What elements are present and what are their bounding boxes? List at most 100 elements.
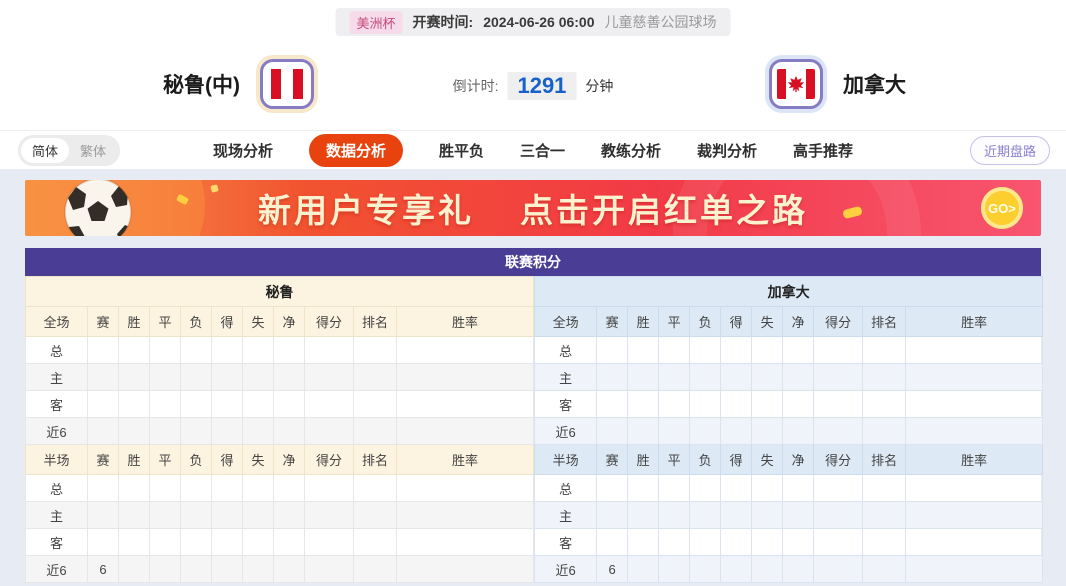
table-cell (814, 418, 863, 445)
lang-traditional-option[interactable]: 繁体 (69, 138, 117, 163)
table-cell: 平 (150, 445, 181, 475)
table-cell: 净 (274, 307, 305, 337)
table-cell (212, 502, 243, 529)
home-team-name: 秘鲁(中) (163, 69, 240, 99)
table-cell (906, 364, 1043, 391)
table-cell (597, 502, 628, 529)
stats-row: 客 (535, 391, 1043, 418)
table-cell (814, 391, 863, 418)
table-cell (119, 337, 150, 364)
table-cell (212, 364, 243, 391)
table-cell (354, 418, 397, 445)
table-cell (628, 337, 659, 364)
table-cell (354, 502, 397, 529)
table-cell: 主 (535, 502, 597, 529)
table-cell: 秘鲁 (26, 277, 534, 307)
tab-data-analysis[interactable]: 数据分析 (309, 134, 403, 167)
table-cell: 失 (243, 445, 274, 475)
table-cell (752, 475, 783, 502)
table-cell: 胜率 (397, 307, 534, 337)
table-cell (274, 529, 305, 556)
table-cell (721, 364, 752, 391)
table-cell (690, 502, 721, 529)
table-cell: 客 (26, 529, 88, 556)
tab-win-draw-loss[interactable]: 胜平负 (439, 140, 484, 161)
table-cell (150, 529, 181, 556)
table-cell: 总 (535, 337, 597, 364)
go-button[interactable]: GO> (981, 187, 1023, 229)
table-cell (397, 556, 534, 583)
table-cell (863, 502, 906, 529)
table-cell (274, 364, 305, 391)
table-cell (783, 556, 814, 583)
table-cell (783, 418, 814, 445)
table-cell (628, 418, 659, 445)
table-cell (783, 337, 814, 364)
tab-live-analysis[interactable]: 现场分析 (213, 140, 273, 161)
team-header-row: 秘鲁 (26, 277, 534, 307)
table-cell: 净 (274, 445, 305, 475)
table-cell: 负 (181, 307, 212, 337)
table-cell (274, 418, 305, 445)
tab-three-in-one[interactable]: 三合一 (520, 140, 565, 161)
stats-row: 主 (535, 502, 1043, 529)
table-cell (783, 364, 814, 391)
table-cell (906, 337, 1043, 364)
table-cell: 近6 (26, 556, 88, 583)
table-cell (659, 529, 690, 556)
table-cell (88, 502, 119, 529)
stats-row: 总 (26, 475, 534, 502)
analysis-nav: 简体 繁体 现场分析 数据分析 胜平负 三合一 教练分析 裁判分析 高手推荐 近… (0, 130, 1066, 170)
table-cell: 得 (212, 307, 243, 337)
table-cell (397, 364, 534, 391)
table-cell (305, 529, 354, 556)
table-cell (212, 556, 243, 583)
table-cell (659, 418, 690, 445)
table-cell (690, 556, 721, 583)
table-cell (212, 475, 243, 502)
table-cell (181, 502, 212, 529)
table-cell (721, 418, 752, 445)
table-cell (906, 529, 1043, 556)
table-cell (150, 391, 181, 418)
league-badge: 美洲杯 (350, 11, 403, 34)
table-cell (783, 502, 814, 529)
team-header-row: 加拿大 (535, 277, 1043, 307)
table-cell (119, 502, 150, 529)
column-header-row: 全场赛胜平负得失净得分排名胜率 (535, 307, 1043, 337)
table-cell (212, 418, 243, 445)
table-cell (119, 364, 150, 391)
table-cell: 负 (181, 445, 212, 475)
tab-coach-analysis[interactable]: 教练分析 (601, 140, 661, 161)
recent-trends-button[interactable]: 近期盘路 (970, 136, 1050, 165)
table-cell (354, 391, 397, 418)
stats-row: 近66 (26, 556, 534, 583)
table-cell (243, 529, 274, 556)
table-cell: 排名 (354, 445, 397, 475)
tab-expert-picks[interactable]: 高手推荐 (793, 140, 853, 161)
table-cell (628, 391, 659, 418)
table-cell (119, 475, 150, 502)
table-cell: 负 (690, 445, 721, 475)
table-cell (690, 418, 721, 445)
table-cell (243, 475, 274, 502)
promo-banner[interactable]: 新用户专享礼 点击开启红单之路 GO> (25, 180, 1041, 236)
table-cell (354, 556, 397, 583)
tab-referee-analysis[interactable]: 裁判分析 (697, 140, 757, 161)
table-cell (597, 418, 628, 445)
table-cell (397, 529, 534, 556)
table-cell: 近6 (535, 418, 597, 445)
table-cell (181, 337, 212, 364)
table-cell (243, 556, 274, 583)
language-toggle[interactable]: 简体 繁体 (18, 135, 120, 166)
table-cell (659, 475, 690, 502)
column-header-row: 半场赛胜平负得失净得分排名胜率 (26, 445, 534, 475)
table-cell (690, 337, 721, 364)
lang-simplified-option[interactable]: 简体 (21, 138, 69, 163)
table-cell (397, 502, 534, 529)
table-cell: 主 (26, 364, 88, 391)
kickoff-time: 2024-06-26 06:00 (483, 14, 594, 30)
stats-row: 总 (535, 475, 1043, 502)
table-cell (243, 502, 274, 529)
table-cell (305, 364, 354, 391)
